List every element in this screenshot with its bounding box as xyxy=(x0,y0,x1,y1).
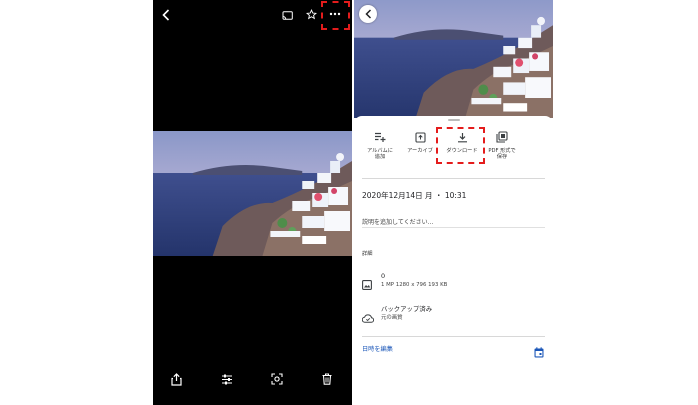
highlight-download xyxy=(436,127,485,164)
photo-image[interactable] xyxy=(153,131,352,256)
file-info-row: 0 1 MP 1280 x 796 193 KB xyxy=(362,272,447,294)
photo-viewer-bottom-bar xyxy=(153,368,352,392)
back-arrow-icon xyxy=(364,9,371,19)
image-icon xyxy=(362,275,374,294)
highlight-more-options xyxy=(321,1,350,30)
photo-viewer-screen xyxy=(153,0,352,405)
divider xyxy=(362,178,545,179)
calendar-icon[interactable] xyxy=(534,343,544,362)
details-heading: 詳細 xyxy=(362,251,373,257)
backup-row: バックアップ済み 元の画質 xyxy=(361,305,433,327)
save-as-pdf-button[interactable]: PDF 形式で 保存 xyxy=(480,130,524,160)
share-icon[interactable] xyxy=(169,372,183,386)
file-meta: 1 MP 1280 x 796 193 KB xyxy=(381,282,448,288)
edit-datetime-link[interactable]: 日時を編集 xyxy=(362,344,393,353)
add-to-album-label: アルバムに 追加 xyxy=(367,148,393,160)
save-as-pdf-label: PDF 形式で 保存 xyxy=(488,148,516,160)
lens-icon[interactable] xyxy=(270,372,284,386)
backup-quality: 元の画質 xyxy=(381,315,403,321)
edit-sliders-icon[interactable] xyxy=(220,372,234,386)
star-icon[interactable] xyxy=(305,8,317,20)
photo-details-screen: アルバムに 追加 アーカイブ ダウンロード PDF 形式で 保存 2020年12… xyxy=(354,0,553,405)
divider xyxy=(362,336,545,337)
sheet-drag-handle[interactable] xyxy=(448,119,460,121)
description-input[interactable]: 説明を追加してください… xyxy=(362,217,434,226)
file-name: 0 xyxy=(381,272,386,280)
details-sheet: アルバムに 追加 アーカイブ ダウンロード PDF 形式で 保存 2020年12… xyxy=(354,116,553,405)
cast-icon[interactable] xyxy=(281,9,293,21)
photo-thumbnail[interactable] xyxy=(354,0,553,118)
photo-date[interactable]: 2020年12月14日 月 ・ 10:31 xyxy=(362,190,466,201)
trash-icon[interactable] xyxy=(320,372,334,386)
add-to-album-button[interactable]: アルバムに 追加 xyxy=(358,130,402,160)
back-button[interactable] xyxy=(359,5,377,23)
backup-status: バックアップ済み xyxy=(381,305,433,313)
back-arrow-icon[interactable] xyxy=(160,8,172,22)
cloud-done-icon xyxy=(361,308,375,327)
description-underline xyxy=(362,227,545,228)
add-to-album-icon xyxy=(358,130,402,144)
pdf-icon xyxy=(480,130,524,144)
